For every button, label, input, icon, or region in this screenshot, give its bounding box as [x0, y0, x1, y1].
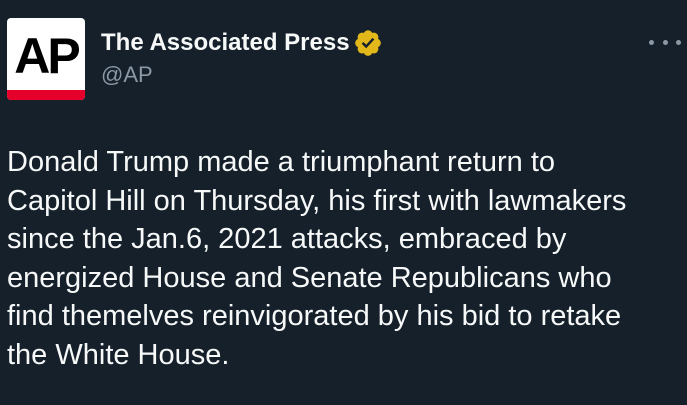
author-display-name[interactable]: The Associated Press — [101, 29, 350, 57]
tweet-card: AP The Associated Press @AP Donald Trump… — [0, 0, 687, 405]
author-handle[interactable]: @AP — [101, 62, 153, 88]
logo-accent-bar — [7, 90, 85, 100]
tweet-text-line: Capitol Hill on Thursday, his first with… — [7, 184, 627, 217]
verified-badge-icon — [353, 28, 383, 58]
more-options-icon[interactable] — [649, 30, 681, 54]
more-dot — [676, 39, 681, 45]
tweet-text-line: Donald Trump made a triumphant return to — [7, 146, 556, 178]
more-dot — [649, 39, 654, 45]
tweet-text-line: energized House and Senate Republicans w… — [7, 261, 612, 294]
tweet-text-line: find themelves reinvigorated by his bid … — [7, 300, 622, 332]
more-dot — [662, 39, 668, 45]
tweet-text-line: the White House. — [7, 338, 230, 371]
ap-logo-text: AP — [14, 28, 80, 84]
avatar[interactable]: AP — [7, 18, 85, 100]
author-name-row: The Associated Press — [101, 26, 383, 60]
tweet-text-line: since the Jan.6, 2021 attacks, embraced … — [7, 223, 567, 255]
tweet-text: Donald Trump made a triumphant return to… — [7, 143, 682, 374]
